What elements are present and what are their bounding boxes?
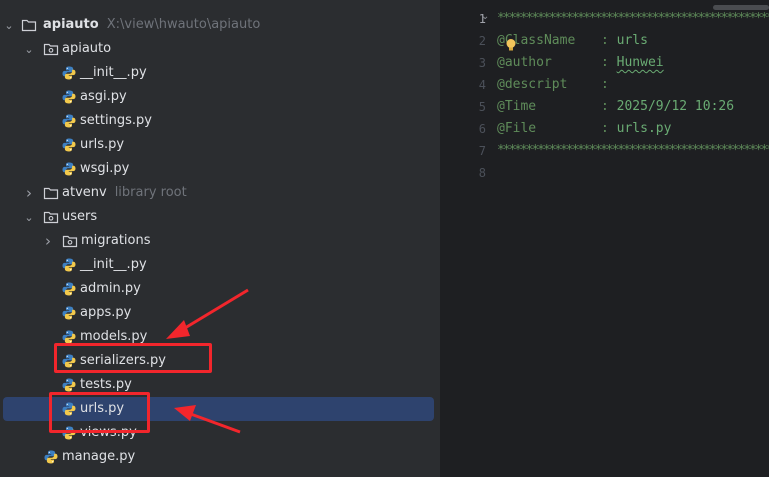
annotation-arrow-lower (174, 405, 241, 434)
annotation-arrows (166, 288, 249, 434)
annotation-arrow-upper (166, 288, 249, 339)
